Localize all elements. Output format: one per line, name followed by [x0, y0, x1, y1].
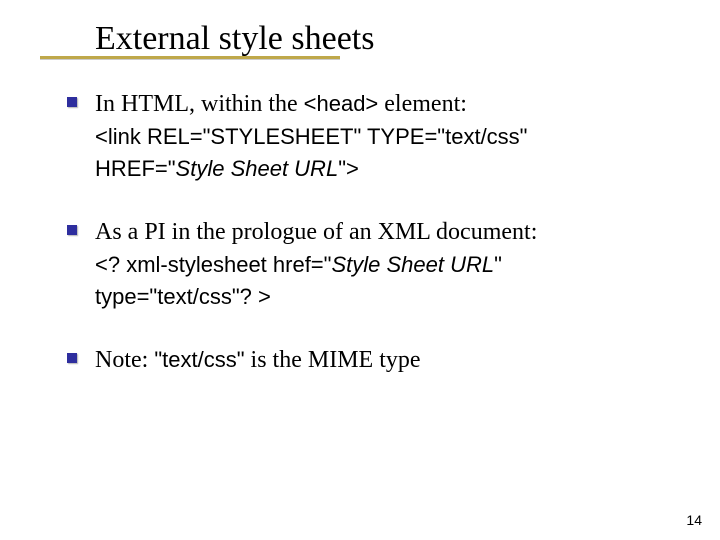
italic-text: Style Sheet URL — [176, 156, 339, 181]
text: <? xml-stylesheet href=" — [95, 252, 331, 277]
square-bullet-icon — [67, 225, 77, 235]
bullet-lead: Note: "text/css" is the MIME type — [95, 344, 670, 376]
title-area: External style sheets — [0, 0, 720, 58]
square-bullet-icon — [67, 353, 77, 363]
content-area: In HTML, within the <head> element: <lin… — [95, 88, 670, 376]
bullet-lead: As a PI in the prologue of an XML docume… — [95, 216, 670, 248]
inline-code: "text/css" — [154, 347, 244, 372]
code-line: HREF="Style Sheet URL"> — [95, 154, 670, 184]
bullet-item: As a PI in the prologue of an XML docume… — [95, 216, 670, 312]
bullet-item: Note: "text/css" is the MIME type — [95, 344, 670, 376]
slide: External style sheets In HTML, within th… — [0, 0, 720, 540]
text: "> — [338, 156, 359, 181]
bullet-item: In HTML, within the <head> element: <lin… — [95, 88, 670, 184]
text: is the MIME type — [245, 347, 421, 373]
bullet-lead: In HTML, within the <head> element: — [95, 88, 670, 120]
inline-code: <head> — [304, 91, 379, 116]
square-bullet-icon — [67, 97, 77, 107]
text: HREF=" — [95, 156, 176, 181]
italic-text: Style Sheet URL — [331, 252, 494, 277]
code-line: type="text/css"? > — [95, 282, 670, 312]
text: Note: — [95, 347, 154, 373]
text: " — [494, 252, 502, 277]
code-line: <? xml-stylesheet href="Style Sheet URL" — [95, 250, 670, 280]
text: In HTML, within the — [95, 91, 304, 117]
text: element: — [378, 91, 467, 117]
slide-title: External style sheets — [95, 20, 374, 57]
page-number: 14 — [686, 512, 702, 528]
code-line: <link REL="STYLESHEET" TYPE="text/css" — [95, 122, 670, 152]
